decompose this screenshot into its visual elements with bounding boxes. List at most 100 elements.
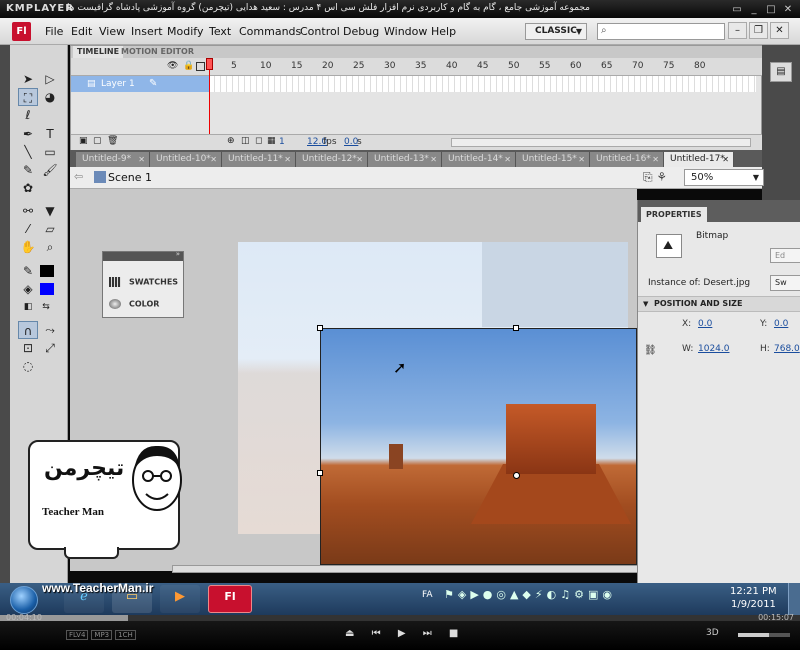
menu-help[interactable]: Help — [431, 25, 456, 38]
document-tab[interactable]: Untitled-13* ✕ — [368, 152, 442, 167]
selection-tool-icon[interactable]: ➤ — [18, 70, 38, 88]
menu-view[interactable]: View — [99, 25, 125, 38]
desert-bitmap[interactable] — [320, 328, 637, 565]
close-tab-icon[interactable]: ✕ — [284, 152, 291, 167]
pencil-tool-icon[interactable]: ✎ — [18, 161, 38, 179]
menu-insert[interactable]: Insert — [131, 25, 163, 38]
frame-cells[interactable] — [209, 76, 756, 92]
document-tab[interactable]: Untitled-16* ✕ — [590, 152, 664, 167]
menu-control[interactable]: Control — [300, 25, 340, 38]
transform-handle-top[interactable] — [513, 325, 519, 331]
scene-label[interactable]: Scene 1 — [108, 171, 152, 184]
language-indicator[interactable]: FA — [422, 590, 433, 600]
edit-button[interactable]: Ed — [770, 248, 800, 263]
next-icon[interactable]: ⏭ — [423, 628, 432, 639]
3d-button[interactable]: 3D — [706, 628, 719, 638]
menu-modify[interactable]: Modify — [167, 25, 203, 38]
stop-icon[interactable]: ■ — [449, 628, 458, 639]
rotate-icon[interactable]: ◌ — [18, 357, 38, 375]
transform-handle-tl[interactable] — [317, 325, 323, 331]
workspace-dropdown[interactable]: CLASSIC ▼ — [525, 23, 587, 40]
panel-header[interactable]: » — [103, 250, 183, 261]
text-tool-icon[interactable]: T — [40, 125, 60, 143]
eyedropper-tool-icon[interactable]: ⁄ — [18, 220, 38, 238]
rectangle-tool-icon[interactable]: ▭ — [40, 143, 60, 161]
straighten-icon[interactable]: ⊡ — [18, 339, 38, 357]
tab-motion-editor[interactable]: MOTION EDITOR — [117, 46, 198, 58]
fill-color-icon[interactable]: ◈ — [18, 280, 38, 298]
pin-icon[interactable]: ▭ — [731, 4, 743, 16]
close-tab-icon[interactable]: ✕ — [138, 152, 145, 167]
close-tab-icon[interactable]: ✕ — [430, 152, 437, 167]
close-button[interactable]: ✕ — [770, 22, 789, 39]
start-button[interactable] — [10, 586, 38, 614]
close-icon[interactable]: ✕ — [782, 4, 794, 16]
pen-tool-icon[interactable]: ✒ — [18, 125, 38, 143]
minimize-icon[interactable]: _ — [748, 4, 760, 16]
taskbar-flash[interactable]: Fl — [208, 585, 252, 613]
minimize-button[interactable]: – — [728, 22, 747, 39]
restore-button[interactable]: ❐ — [749, 22, 768, 39]
transform-center-point[interactable] — [513, 472, 520, 479]
layer-row[interactable]: ▤ Layer 1 ✎ — [71, 76, 756, 92]
paint-bucket-tool-icon[interactable]: ▼ — [40, 202, 60, 220]
hand-tool-icon[interactable]: ✋ — [18, 238, 38, 256]
show-desktop-button[interactable] — [788, 583, 800, 615]
collapse-icon[interactable]: » — [176, 250, 180, 258]
3d-rotation-tool-icon[interactable]: ◕ — [40, 88, 60, 106]
document-tab[interactable]: Untitled-12* ✕ — [296, 152, 368, 167]
maximize-icon[interactable]: □ — [765, 4, 777, 16]
free-transform-tool-icon[interactable]: ⛶ — [18, 88, 38, 106]
close-tab-icon[interactable]: ✕ — [578, 152, 585, 167]
stage-h-scrollbar[interactable] — [172, 565, 638, 573]
deco-tool-icon[interactable]: ✿ — [18, 179, 38, 197]
close-tab-icon[interactable]: ✕ — [356, 152, 363, 167]
center-frame-icon[interactable]: ⊕ — [227, 136, 235, 146]
new-layer-icon[interactable]: ▣ — [79, 136, 88, 146]
zoom-dropdown[interactable]: 50% ▼ — [684, 169, 764, 186]
library-icon[interactable]: ▤ — [770, 62, 792, 82]
previous-icon[interactable]: ⏮ — [372, 628, 381, 639]
playhead[interactable] — [206, 58, 213, 70]
onion-outline-icon[interactable]: ◻ — [255, 136, 262, 146]
menu-commands[interactable]: Commands — [239, 25, 301, 38]
menu-debug[interactable]: Debug — [343, 25, 379, 38]
h-value[interactable]: 768.0 — [774, 344, 800, 354]
document-tab[interactable]: Untitled-11* ✕ — [222, 152, 296, 167]
document-tab[interactable]: Untitled-14* ✕ — [442, 152, 516, 167]
document-tab[interactable]: Untitled-10* ✕ — [150, 152, 222, 167]
position-size-header[interactable]: ▼ POSITION AND SIZE — [638, 296, 800, 312]
y-value[interactable]: 0.0 — [774, 319, 788, 329]
black-white-icon[interactable]: ◧ — [18, 298, 38, 316]
delete-layer-icon[interactable]: 🗑 — [107, 136, 118, 146]
menu-file[interactable]: File — [45, 25, 63, 38]
lock-icon[interactable]: 🔒 — [183, 61, 194, 71]
new-folder-icon[interactable]: ▢ — [93, 136, 102, 146]
onion-skin-icon[interactable]: ◫ — [241, 136, 250, 146]
taskbar-media[interactable]: ▶ — [160, 585, 200, 613]
eye-icon[interactable]: 👁 — [167, 61, 178, 71]
x-value[interactable]: 0.0 — [698, 319, 712, 329]
transform-handle-left[interactable] — [317, 470, 323, 476]
edit-scene-icon[interactable]: ⎘ ⚘ — [643, 170, 667, 185]
lock-ratio-icon[interactable]: ⛓ — [644, 345, 657, 356]
document-tab[interactable]: Untitled-15* ✕ — [516, 152, 590, 167]
eject-icon[interactable]: ⏏ — [345, 628, 354, 639]
tab-timeline[interactable]: TIMELINE — [73, 46, 124, 58]
clock-date[interactable]: 1/9/2011 — [731, 599, 776, 610]
system-tray-icons[interactable]: ⚑◈▶●◎▲◆⚡◐♫⚙▣◉ — [444, 588, 616, 601]
subselection-tool-icon[interactable]: ▷ — [40, 70, 60, 88]
smooth-icon[interactable]: ⤳ — [40, 321, 60, 339]
swatches-item[interactable]: SWATCHES — [109, 277, 178, 287]
fill-color-swatch[interactable] — [40, 283, 54, 295]
swap-colors-icon[interactable]: ⇆ — [36, 298, 56, 316]
close-tab-icon[interactable]: ✕ — [652, 152, 659, 167]
document-tab[interactable]: Untitled-9* ✕ — [76, 152, 150, 167]
document-tab[interactable]: Untitled-17* ✕ — [664, 152, 734, 167]
eraser-tool-icon[interactable]: ▱ — [40, 220, 60, 238]
close-tab-icon[interactable]: ✕ — [210, 152, 217, 167]
swap-button[interactable]: Sw — [770, 275, 800, 291]
stroke-color-swatch[interactable] — [40, 265, 54, 277]
line-tool-icon[interactable]: ╲ — [18, 143, 38, 161]
edit-multiple-icon[interactable]: ▦ — [267, 136, 276, 146]
